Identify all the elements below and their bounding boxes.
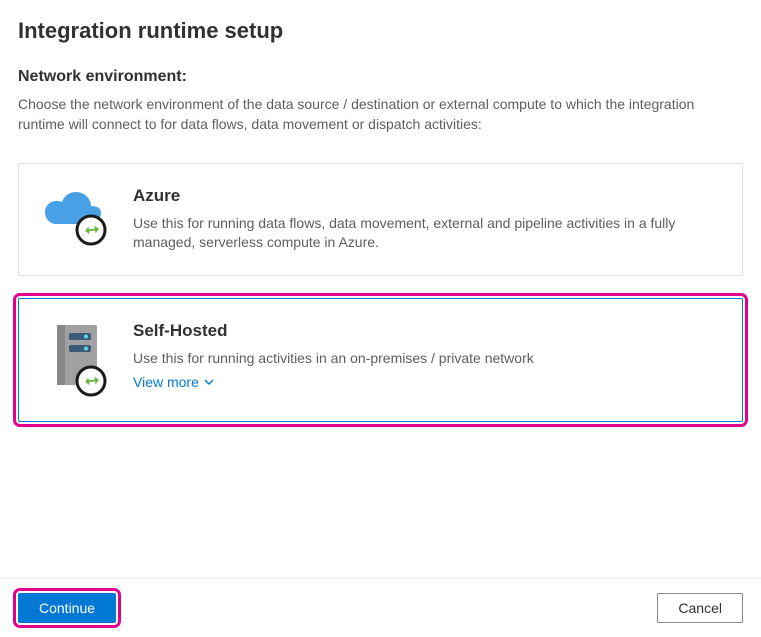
option-azure-description: Use this for running data flows, data mo… — [133, 214, 722, 253]
server-icon — [39, 321, 111, 399]
continue-button[interactable]: Continue — [18, 593, 116, 623]
page-title: Integration runtime setup — [18, 18, 743, 44]
option-azure-title: Azure — [133, 186, 722, 206]
footer: Continue Cancel — [0, 578, 761, 637]
option-selfhosted-title: Self-Hosted — [133, 321, 534, 341]
option-selfhosted-description: Use this for running activities in an on… — [133, 349, 534, 369]
option-selfhosted[interactable]: Self-Hosted Use this for running activit… — [18, 298, 743, 422]
section-heading: Network environment: — [18, 68, 743, 86]
section-description: Choose the network environment of the da… — [18, 94, 743, 135]
cancel-button[interactable]: Cancel — [657, 593, 743, 623]
option-azure[interactable]: Azure Use this for running data flows, d… — [18, 163, 743, 276]
cloud-icon — [39, 186, 111, 246]
view-more-label: View more — [133, 374, 199, 390]
view-more-link[interactable]: View more — [133, 374, 215, 390]
chevron-down-icon — [203, 376, 215, 388]
